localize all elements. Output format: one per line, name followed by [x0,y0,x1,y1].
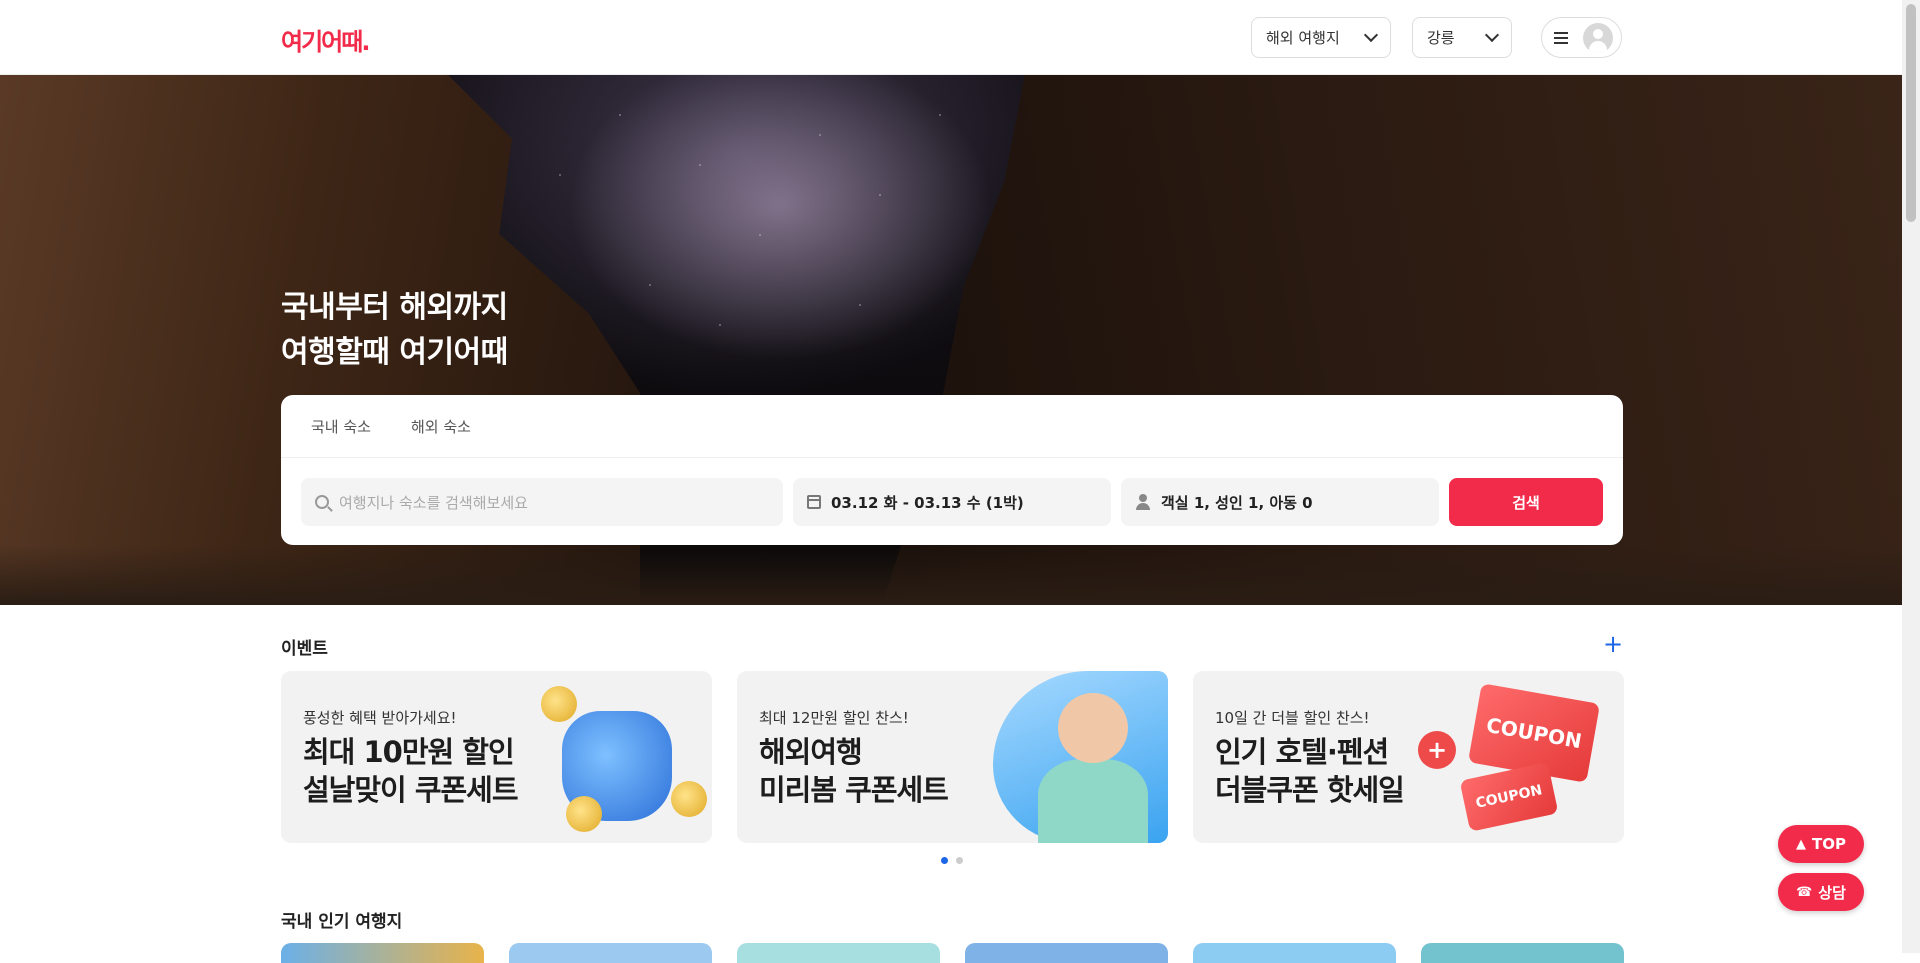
scroll-top-button[interactable]: ▲ TOP [1778,825,1864,863]
destination-card-image[interactable] [965,943,1168,963]
customer-support-label: 상담 [1818,883,1846,902]
scrollbar-thumb[interactable] [1906,4,1916,222]
user-menu-button[interactable] [1541,17,1622,58]
coin-image [566,796,602,832]
region-select[interactable]: 해외 여행지 [1251,17,1391,58]
event-card-subtitle: 최대 12만원 할인 찬스! [759,709,909,727]
event-card-subtitle: 풍성한 혜택 받아가세요! [303,709,457,727]
city-select[interactable]: 강릉 [1412,17,1512,58]
search-icon [315,495,329,509]
chevron-up-icon: ▲ [1796,836,1806,852]
event-card-subtitle: 10일 간 더블 할인 찬스! [1215,709,1370,727]
popular-destinations-row [281,943,1624,963]
guest-value: 객실 1, 성인 1, 아동 0 [1161,493,1313,512]
carousel-dot[interactable] [956,857,963,864]
tab-domestic-stay[interactable]: 국내 숙소 [311,416,371,437]
region-select-label: 해외 여행지 [1266,29,1340,47]
event-card-title-line2: 설날맞이 쿠폰세트 [303,773,519,807]
search-row: 여행지나 숙소를 검색해보세요 03.12 화 - 03.13 수 (1박) 객… [301,478,1603,526]
search-card: 국내 숙소 해외 숙소 여행지나 숙소를 검색해보세요 03.12 화 - 03… [281,395,1623,545]
coin-image [541,686,577,722]
events-title: 이벤트 [281,639,328,659]
event-card-title-line2: 미리봄 쿠폰세트 [759,773,949,807]
coin-image [671,781,707,817]
avatar-icon [1583,22,1613,53]
destination-placeholder: 여행지나 숙소를 검색해보세요 [339,493,528,512]
date-range-value: 03.12 화 - 03.13 수 (1박) [831,493,1024,512]
search-button[interactable]: 검색 [1449,478,1603,526]
destination-card-image[interactable] [737,943,940,963]
event-card-title-line1: 최대 10만원 할인 [303,735,515,769]
event-card-title: 해외여행 미리봄 쿠폰세트 [759,733,949,809]
plus-badge-icon: + [1418,731,1456,769]
event-card-new-year[interactable]: 풍성한 혜택 받아가세요! 최대 10만원 할인 설날맞이 쿠폰세트 [281,671,712,843]
calendar-icon [807,495,821,509]
model-portrait-image [1058,693,1128,763]
hero-title-line2: 여행할때 여기어때 [281,335,508,370]
hero-title: 국내부터 해외까지 여행할때 여기어때 [281,285,508,375]
city-select-label: 강릉 [1427,29,1455,47]
event-card-title: 최대 10만원 할인 설날맞이 쿠폰세트 [303,733,519,809]
tab-overseas-stay[interactable]: 해외 숙소 [411,416,471,437]
event-card-overseas[interactable]: 최대 12만원 할인 찬스! 해외여행 미리봄 쿠폰세트 [737,671,1168,843]
coupon-ticket-small: COUPON [1459,762,1559,832]
destination-card-image[interactable] [1421,943,1624,963]
event-card-title: 인기 호텔·펜션 더블쿠폰 핫세일 [1215,733,1405,809]
destination-card-image[interactable] [281,943,484,963]
event-card-title-line1: 인기 호텔·펜션 [1215,735,1389,769]
chevron-down-icon [1484,27,1500,42]
person-icon [1135,494,1151,510]
event-card-title-line2: 더블쿠폰 핫세일 [1215,773,1405,807]
carousel-pagination [941,857,963,864]
event-card-double-coupon[interactable]: 10일 간 더블 할인 찬스! 인기 호텔·펜션 더블쿠폰 핫세일 COUPON… [1193,671,1624,843]
page-scrollbar[interactable] [1902,0,1920,953]
plus-icon[interactable]: + [1603,632,1623,656]
popular-destinations-title: 국내 인기 여행지 [281,912,403,932]
date-picker[interactable]: 03.12 화 - 03.13 수 (1박) [793,478,1111,526]
search-tabs: 국내 숙소 해외 숙소 [281,395,1623,458]
hamburger-icon [1554,31,1568,44]
destination-card-image[interactable] [509,943,712,963]
carousel-dot-active[interactable] [941,857,948,864]
logo[interactable]: 여기어때. [281,22,370,57]
destination-input[interactable]: 여행지나 숙소를 검색해보세요 [301,478,783,526]
hero-title-line1: 국내부터 해외까지 [281,290,508,325]
chevron-down-icon [1363,27,1379,42]
event-carousel: 풍성한 혜택 받아가세요! 최대 10만원 할인 설날맞이 쿠폰세트 최대 12… [281,671,1624,843]
model-body-image [1038,759,1148,843]
headset-icon: ☎ [1796,884,1813,900]
scroll-top-label: TOP [1812,835,1846,853]
customer-support-button[interactable]: ☎ 상담 [1778,873,1864,911]
site-header: 여기어때. 해외 여행지 강릉 [0,0,1902,75]
event-card-title-line1: 해외여행 [759,735,863,769]
destination-card-image[interactable] [1193,943,1396,963]
ground-image [0,545,1902,605]
guest-selector[interactable]: 객실 1, 성인 1, 아동 0 [1121,478,1439,526]
